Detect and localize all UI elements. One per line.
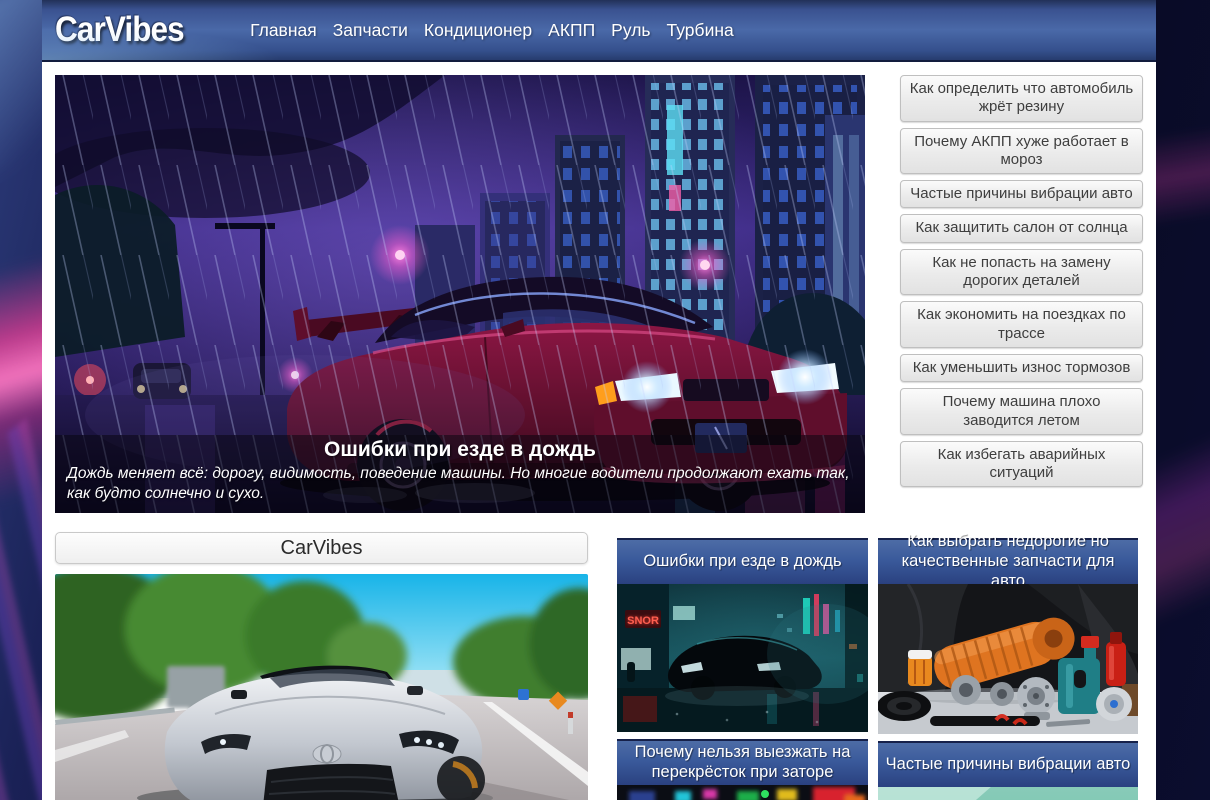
articles-sidebar: Как определить что автомобиль жрёт резин… [900, 75, 1143, 513]
article-card[interactable]: Как выбрать недорогие но качественные за… [878, 538, 1138, 734]
site-logo[interactable]: CarVibes [55, 10, 184, 50]
article-card[interactable]: Частые причины вибрации авто [878, 741, 1138, 800]
nav-item-turbo[interactable]: Турбина [667, 20, 734, 41]
hero-caption: Ошибки при езде в дождь Дождь меняет всё… [55, 435, 865, 513]
article-card[interactable]: Почему нельзя выезжать на перекрёсток пр… [617, 739, 868, 800]
nav-item-parts[interactable]: Запчасти [333, 20, 408, 41]
card-thumbnail-intersection [617, 785, 868, 800]
card-title-bar: Частые причины вибрации авто [878, 741, 1138, 787]
sidebar-article-button[interactable]: Как не попасть на замену дорогих деталей [900, 249, 1143, 296]
middle-column: Ошибки при езде в дождь [617, 538, 868, 800]
top-navbar: CarVibes Главная Запчасти Кондиционер АК… [42, 0, 1156, 62]
nav-item-akpp[interactable]: АКПП [548, 20, 595, 41]
page-content: Ошибки при езде в дождь Дождь меняет всё… [42, 62, 1156, 800]
sidebar-article-button[interactable]: Как экономить на поездках по трассе [900, 301, 1143, 348]
car-parts-illustration [878, 584, 1138, 734]
hero-subtitle: Дождь меняет всё: дорогу, видимость, пов… [67, 464, 853, 504]
site-container: CarVibes Главная Запчасти Кондиционер АК… [42, 0, 1156, 800]
hero-article-image[interactable]: Ошибки при езде в дождь Дождь меняет всё… [55, 75, 865, 513]
left-column: CarVibes [55, 532, 588, 800]
card-title-bar: Ошибки при езде в дождь [617, 538, 868, 584]
nav-item-home[interactable]: Главная [250, 20, 317, 41]
nav-item-steering[interactable]: Руль [611, 20, 650, 41]
card-title-bar: Почему нельзя выезжать на перекрёсток пр… [617, 739, 868, 785]
highway-car-image[interactable] [55, 574, 588, 800]
sidebar-article-button[interactable]: Как защитить салон от солнца [900, 214, 1143, 242]
card-thumbnail-rain-car: SNOR SNOR [617, 584, 868, 732]
article-card[interactable]: Ошибки при езде в дождь [617, 538, 868, 732]
card-thumbnail-steering [878, 787, 1138, 800]
sidebar-article-button[interactable]: Почему машина плохо заводится летом [900, 388, 1143, 435]
main-menu: Главная Запчасти Кондиционер АКПП Руль Т… [250, 20, 734, 41]
section-heading: CarVibes [55, 532, 588, 564]
sidebar-article-button[interactable]: Частые причины вибрации авто [900, 180, 1143, 208]
neon-sign-text: SNOR [627, 615, 659, 627]
nav-item-air-conditioner[interactable]: Кондиционер [424, 20, 532, 41]
sidebar-article-button[interactable]: Как определить что автомобиль жрёт резин… [900, 75, 1143, 122]
intersection-illustration [617, 785, 868, 800]
steering-wheel-illustration [878, 787, 1138, 800]
sidebar-article-button[interactable]: Почему АКПП хуже работает в мороз [900, 128, 1143, 175]
sidebar-article-button[interactable]: Как уменьшить износ тормозов [900, 354, 1143, 382]
right-column: Как выбрать недорогие но качественные за… [878, 538, 1138, 800]
highway-illustration [55, 574, 588, 800]
hero-title: Ошибки при езде в дождь [67, 438, 853, 462]
card-title-bar: Как выбрать недорогие но качественные за… [878, 538, 1138, 584]
sidebar-article-button[interactable]: Как избегать аварийных ситуаций [900, 441, 1143, 488]
rain-car-illustration: SNOR SNOR [617, 584, 868, 732]
card-thumbnail-parts [878, 584, 1138, 734]
